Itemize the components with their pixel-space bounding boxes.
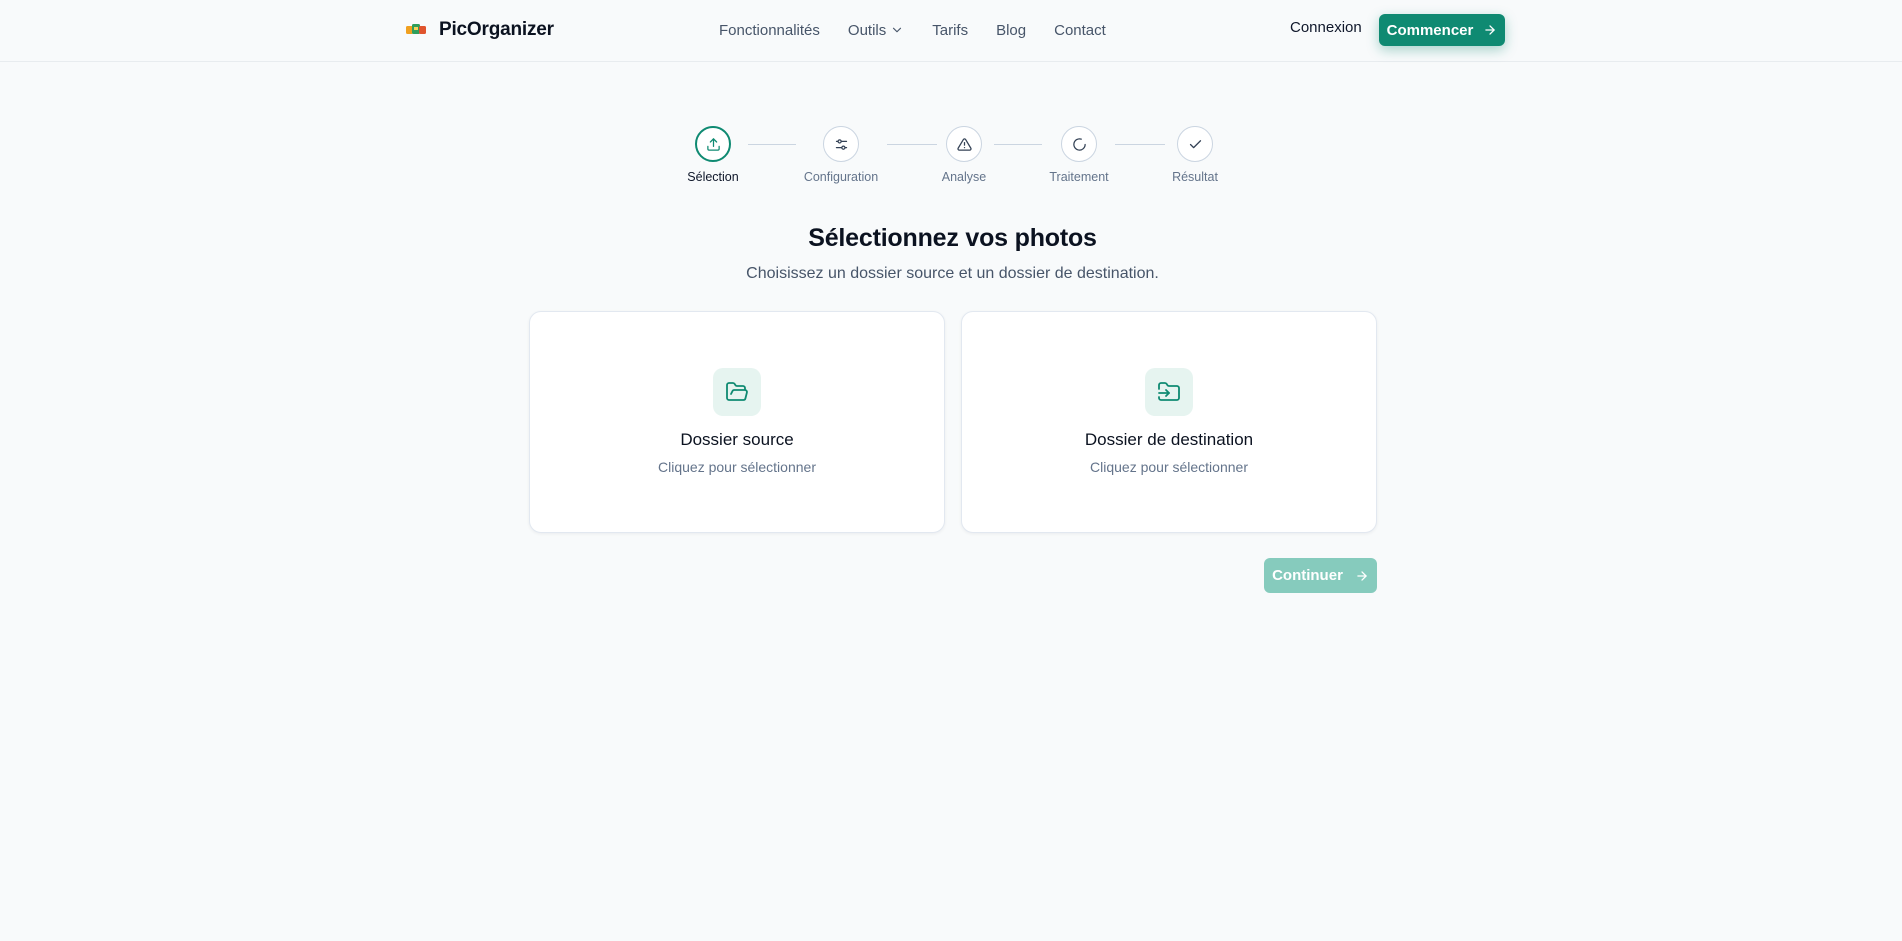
step-label: Traitement <box>1049 170 1109 184</box>
step-circle <box>1177 126 1213 162</box>
brand-name: PicOrganizer <box>439 19 554 40</box>
check-icon <box>1189 139 1201 148</box>
step-traitement: Traitement <box>1034 126 1124 184</box>
step-configuration: Configuration <box>796 126 886 184</box>
nav-link-contact[interactable]: Contact <box>1054 22 1106 39</box>
warning-triangle-icon <box>956 137 972 151</box>
nav-link-blog[interactable]: Blog <box>996 22 1026 39</box>
step-label: Configuration <box>803 170 879 184</box>
step-resultat: Résultat <box>1150 126 1240 184</box>
step-label: Sélection <box>687 170 739 184</box>
step-circle <box>695 126 731 162</box>
destination-folder-hint: Cliquez pour sélectionner <box>1090 459 1248 475</box>
main-nav: Fonctionnalités Outils Tarifs Blog Conta… <box>719 19 1106 41</box>
sliders-icon <box>835 138 847 150</box>
top-navigation-bar: PicOrganizer Fonctionnalités Outils Tari… <box>0 0 1902 62</box>
nav-link-outils-label: Outils <box>847 21 887 39</box>
continue-label: Continuer <box>1272 567 1343 584</box>
get-started-button[interactable]: Commencer <box>1379 14 1505 46</box>
source-folder-title: Dossier source <box>680 430 794 449</box>
destination-folder-card[interactable]: Dossier de destination Cliquez pour séle… <box>961 311 1377 533</box>
logo-icon <box>403 17 429 43</box>
page-subtitle: Choisissez un dossier source et un dossi… <box>746 265 1159 282</box>
brand-home-link[interactable]: PicOrganizer <box>403 14 554 46</box>
source-folder-card[interactable]: Dossier source Cliquez pour sélectionner <box>529 311 945 533</box>
step-analyse: Analyse <box>919 126 1009 184</box>
nav-link-tarifs[interactable]: Tarifs <box>932 22 968 39</box>
nav-link-outils[interactable]: Outils <box>848 22 904 39</box>
login-link[interactable]: Connexion <box>1290 19 1362 36</box>
arrow-right-icon <box>1357 570 1367 581</box>
step-circle <box>1061 126 1097 162</box>
chevron-down-icon <box>893 27 902 33</box>
loader-icon <box>1072 137 1086 151</box>
progress-stepper: Sélection Configuration Analyse Traiteme… <box>0 126 1902 186</box>
step-circle <box>823 126 859 162</box>
nav-link-fonctionnalites[interactable]: Fonctionnalités <box>719 22 820 39</box>
step-label: Analyse <box>941 170 987 184</box>
step-selection: Sélection <box>668 126 758 184</box>
step-label: Résultat <box>1172 170 1218 184</box>
destination-folder-title: Dossier de destination <box>1084 430 1254 449</box>
source-folder-hint: Cliquez pour sélectionner <box>658 459 816 475</box>
step-circle <box>946 126 982 162</box>
continue-button[interactable]: Continuer <box>1264 558 1377 593</box>
folder-open-icon <box>713 368 761 416</box>
folder-input-icon <box>1145 368 1193 416</box>
upload-icon <box>706 137 720 151</box>
arrow-right-icon <box>1485 25 1496 35</box>
page-title: Sélectionnez vos photos <box>808 224 1097 252</box>
get-started-label: Commencer <box>1386 21 1474 39</box>
